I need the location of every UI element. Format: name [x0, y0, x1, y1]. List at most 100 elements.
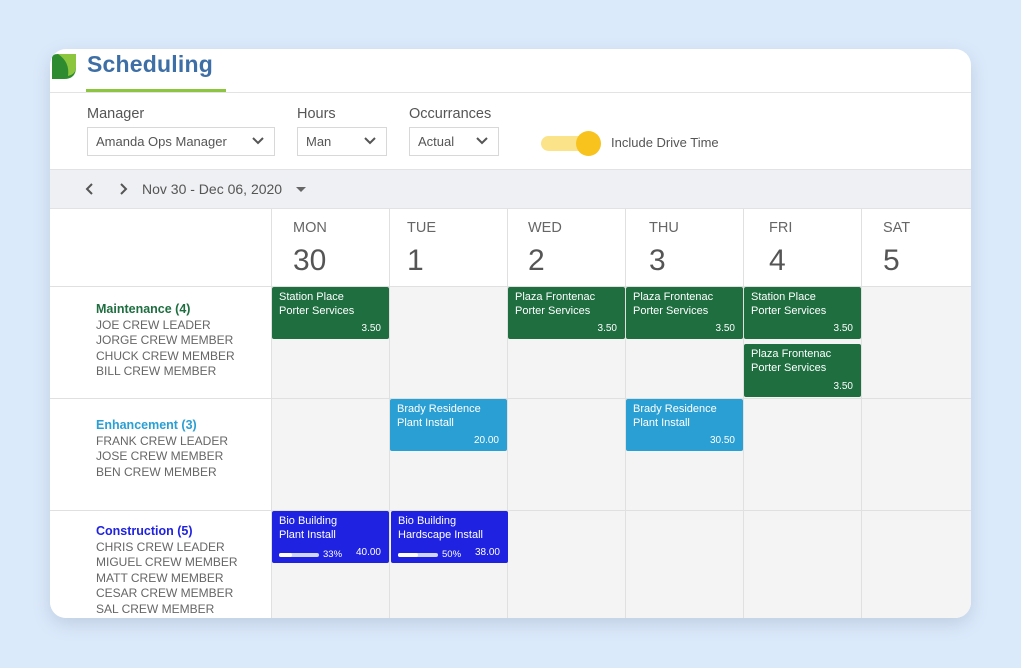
chevron-left-icon[interactable]: [81, 180, 99, 198]
crew-member: JOSE CREW MEMBER: [96, 449, 224, 464]
grid-line: [50, 510, 971, 511]
week-range[interactable]: Nov 30 - Dec 06, 2020: [142, 181, 282, 197]
job-title: Brady Residence: [397, 403, 481, 415]
crew-member: MIGUEL CREW MEMBER: [96, 555, 238, 570]
job-card[interactable]: Brady Residence Plant Install 20.00: [390, 399, 507, 451]
page-title: Scheduling: [87, 51, 213, 77]
job-hours: 40.00: [355, 546, 381, 558]
grid-line: [50, 398, 971, 399]
schedule-grid: MON 30 TUE 1 WED 2 THU 3 FRI 4 SAT 5 Mai…: [50, 209, 971, 618]
crew-enhancement: Enhancement (3) FRANK CREW LEADER JOSE C…: [96, 418, 228, 480]
job-title: Station Place: [751, 291, 816, 303]
job-hours: 3.50: [361, 322, 381, 334]
crew-member: JOE CREW LEADER: [96, 317, 211, 332]
day-name: WED: [528, 220, 562, 236]
job-hours: 3.50: [597, 322, 617, 334]
day-name: MON: [293, 220, 327, 236]
hours-select-value: Man: [306, 134, 332, 149]
crew-member: FRANK CREW LEADER: [96, 433, 229, 448]
crew-member: SAL CREW MEMBER: [96, 601, 215, 616]
chevron-down-icon: [364, 137, 376, 145]
job-service: Hardscape Install: [398, 528, 483, 541]
job-hours: 30.50: [709, 434, 735, 446]
crew-member: JORGE CREW MEMBER: [96, 333, 234, 348]
progress-bar: [279, 553, 319, 557]
drive-time-toggle[interactable]: [541, 131, 603, 157]
day-number: 5: [883, 244, 900, 277]
progress-percent: 50%: [442, 548, 462, 560]
job-service: Porter Services: [633, 304, 709, 317]
crew-name[interactable]: Maintenance (4): [96, 302, 235, 318]
chevron-down-icon: [476, 137, 488, 145]
crew-member: CHRIS CREW LEADER: [96, 539, 225, 554]
job-service: Plant Install: [633, 416, 690, 429]
crew-member: BILL CREW MEMBER: [96, 364, 217, 379]
job-service: Porter Services: [751, 361, 827, 374]
chevron-right-icon[interactable]: [114, 180, 132, 198]
progress-bar: [398, 553, 438, 557]
week-navigation-bar: Nov 30 - Dec 06, 2020: [50, 169, 971, 209]
day-name: FRI: [769, 220, 793, 236]
job-title: Brady Residence: [633, 403, 717, 415]
job-card[interactable]: Bio Building Hardscape Install 50% 38.00: [391, 511, 508, 563]
crew-maintenance: Maintenance (4) JOE CREW LEADER JORGE CR…: [96, 302, 235, 380]
divider: [50, 92, 971, 93]
scheduling-card: Scheduling Manager Amanda Ops Manager Ho…: [50, 49, 971, 618]
grid-line: [861, 209, 862, 618]
day-number: 4: [769, 244, 786, 277]
drive-time-label: Include Drive Time: [611, 135, 719, 150]
leaf-logo-icon: [52, 54, 76, 79]
job-title: Station Place: [279, 291, 344, 303]
grid-line: [743, 209, 744, 618]
day-number: 3: [649, 244, 666, 277]
job-card[interactable]: Plaza Frontenac Porter Services 3.50: [508, 287, 625, 339]
job-service: Porter Services: [751, 304, 827, 317]
job-hours: 3.50: [833, 322, 853, 334]
job-hours: 3.50: [715, 322, 735, 334]
chevron-down-icon: [252, 137, 264, 145]
day-number: 1: [407, 244, 424, 277]
crew-member: CESAR CREW MEMBER: [96, 586, 234, 601]
job-title: Plaza Frontenac: [515, 291, 596, 303]
job-card[interactable]: Station Place Porter Services 3.50: [272, 287, 389, 339]
manager-label: Manager: [87, 106, 145, 122]
day-number: 30: [293, 244, 327, 277]
job-title: Bio Building: [398, 515, 457, 527]
crew-member: MATT CREW MEMBER: [96, 570, 224, 585]
job-title: Plaza Frontenac: [751, 348, 832, 360]
occurrances-label: Occurrances: [409, 106, 492, 122]
hours-select[interactable]: Man: [297, 127, 387, 156]
progress-percent: 33%: [323, 548, 343, 560]
day-name: SAT: [883, 220, 911, 236]
job-service: Porter Services: [515, 304, 591, 317]
hours-label: Hours: [297, 106, 336, 122]
job-service: Porter Services: [279, 304, 355, 317]
crew-name[interactable]: Construction (5): [96, 524, 238, 540]
job-hours: 3.50: [833, 380, 853, 392]
caret-down-icon[interactable]: [296, 187, 306, 192]
crew-construction: Construction (5) CHRIS CREW LEADER MIGUE…: [96, 524, 238, 618]
progress-fill: [398, 553, 418, 557]
day-name: TUE: [407, 220, 436, 236]
occurrances-select[interactable]: Actual: [409, 127, 499, 156]
job-title: Plaza Frontenac: [633, 291, 714, 303]
job-card[interactable]: Bio Building Plant Install 33% 40.00: [272, 511, 389, 563]
job-card[interactable]: Brady Residence Plant Install 30.50: [626, 399, 743, 451]
day-name: THU: [649, 220, 679, 236]
job-card[interactable]: Plaza Frontenac Porter Services 3.50: [626, 287, 743, 339]
crew-name[interactable]: Enhancement (3): [96, 418, 228, 434]
job-title: Bio Building: [279, 515, 338, 527]
progress-fill: [279, 553, 293, 557]
manager-select-value: Amanda Ops Manager: [96, 134, 227, 149]
job-service: Plant Install: [279, 528, 336, 541]
crew-member: BEN CREW MEMBER: [96, 464, 217, 479]
job-card[interactable]: Plaza Frontenac Porter Services 3.50: [744, 344, 861, 397]
crew-member: CHUCK CREW MEMBER: [96, 348, 235, 363]
job-hours: 20.00: [473, 434, 499, 446]
manager-select[interactable]: Amanda Ops Manager: [87, 127, 275, 156]
day-number: 2: [528, 244, 545, 277]
job-hours: 38.00: [474, 546, 500, 558]
job-card[interactable]: Station Place Porter Services 3.50: [744, 287, 861, 339]
occurrances-select-value: Actual: [418, 134, 455, 149]
job-service: Plant Install: [397, 416, 454, 429]
